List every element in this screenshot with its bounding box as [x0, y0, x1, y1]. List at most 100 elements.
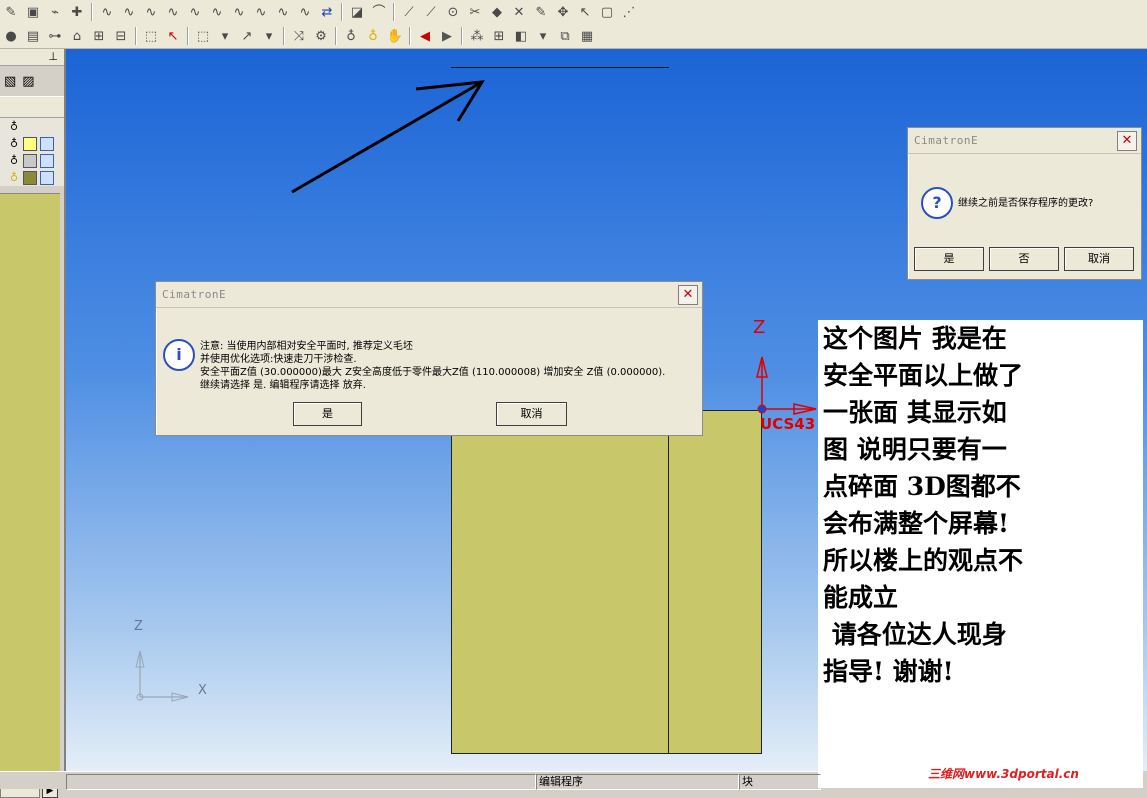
pick-icon[interactable]: ↗ [238, 27, 256, 45]
note-line: 会布满整个屏幕! [823, 509, 1009, 538]
curve-tool-icon[interactable]: ∿ [98, 3, 116, 21]
note-line: 所以楼上的观点不 [823, 546, 1024, 575]
note-line: 图 说明只要有一 [823, 435, 1007, 464]
curve-tool-icon[interactable]: ∿ [120, 3, 138, 21]
grid-icon[interactable]: ⊟ [112, 27, 130, 45]
tool-icon[interactable]: ⚙ [312, 27, 330, 45]
grid-icon[interactable]: ⊞ [90, 27, 108, 45]
dialog-titlebar[interactable]: CimatronE ✕ [156, 282, 702, 308]
curve-tool-icon[interactable]: ∿ [296, 3, 314, 21]
bulb-icon[interactable]: ♁ [342, 27, 360, 45]
safety-plane-dialog: CimatronE ✕ i 注意: 当使用内部相对安全平面时, 推荐定义毛坯 并… [155, 281, 703, 436]
arrow-right-icon[interactable]: ▶ [438, 27, 456, 45]
path-icon[interactable]: ⌒ [370, 3, 388, 21]
message-line: 注意: 当使用内部相对安全平面时, 推荐定义毛坯 [200, 341, 413, 352]
measure-icon[interactable]: ⊞ [490, 27, 508, 45]
fill-icon[interactable]: ◆ [488, 3, 506, 21]
cross-icon[interactable]: ✕ [510, 3, 528, 21]
panel-header: ⊥ [0, 49, 64, 66]
line-icon[interactable]: ⟋ [422, 3, 440, 21]
sketch-icon[interactable]: ✎ [2, 3, 20, 21]
close-icon[interactable]: ✕ [678, 285, 698, 305]
hand-icon[interactable]: ✋ [386, 27, 404, 45]
bulb-on-icon[interactable]: ♁ [364, 27, 382, 45]
curve-tool-icon[interactable]: ∿ [252, 3, 270, 21]
dialog-title: CimatronE [162, 288, 227, 301]
cancel-button[interactable]: 取消 [1064, 247, 1134, 271]
layer-row[interactable]: ♁ [0, 135, 64, 152]
part-face-left[interactable] [451, 410, 671, 754]
select-cancel-icon[interactable]: ↖ [164, 27, 182, 45]
note-line: 指导! 谢谢! [823, 657, 954, 686]
bulb-on-icon[interactable]: ♁ [10, 171, 20, 184]
layer-tool-icon[interactable]: ▧ [4, 74, 16, 89]
toolbar-top: ✎ ▣ ⌁ ✚ ∿ ∿ ∿ ∿ ∿ ∿ ∿ ∿ ∿ ∿ ⇄ ◪ ⌒ ⟋ ⟋ ⊙ … [0, 0, 1147, 25]
tree-icon[interactable]: ⊶ [46, 27, 64, 45]
annotation-note: 这个图片 我是在 安全平面以上做了 一张面 其显示如 图 说明只要有一 点碎面 … [818, 320, 1143, 788]
pen-icon[interactable]: ✎ [532, 3, 550, 21]
frame-icon[interactable]: ▣ [24, 3, 42, 21]
image-icon[interactable]: ▨ [22, 74, 34, 89]
part-face-right[interactable] [668, 410, 762, 754]
bulb-icon[interactable]: ♁ [10, 137, 20, 150]
curve-tool-icon[interactable]: ∿ [230, 3, 248, 21]
dialog-titlebar[interactable]: CimatronE ✕ [908, 128, 1141, 154]
paint-icon[interactable]: ◧ [512, 27, 530, 45]
circle-icon[interactable]: ⊙ [444, 3, 462, 21]
curve-tool-icon[interactable]: ∿ [186, 3, 204, 21]
trim-icon[interactable]: ✂ [466, 3, 484, 21]
bulb-icon[interactable]: ♁ [10, 154, 20, 167]
bulb-icon[interactable]: ♁ [10, 120, 20, 133]
select-box-icon[interactable]: ⬚ [194, 27, 212, 45]
no-button[interactable]: 否 [989, 247, 1059, 271]
lock-icon[interactable]: ⌂ [68, 27, 86, 45]
ucs-axis-icon[interactable] [736, 317, 826, 427]
dropdown-icon[interactable]: ▾ [260, 27, 278, 45]
copy-icon[interactable]: ⧉ [556, 27, 574, 45]
yes-button[interactable]: 是 [914, 247, 984, 271]
save-changes-dialog: CimatronE ✕ ? 继续之前是否保存程序的更改? 是 否 取消 [907, 127, 1142, 280]
curve-tool-icon[interactable]: ∿ [164, 3, 182, 21]
pin-icon[interactable]: ⊥ [48, 50, 58, 63]
layer-list-area [0, 193, 60, 783]
sphere-icon[interactable]: ● [2, 27, 20, 45]
arrow-left-icon[interactable]: ◀ [416, 27, 434, 45]
cube-icon [40, 153, 54, 168]
surface-edge-line [451, 67, 669, 68]
line-icon[interactable]: ⟋ [400, 3, 418, 21]
plus-icon[interactable]: ✚ [68, 3, 86, 21]
curve-tool-icon[interactable]: ∿ [208, 3, 226, 21]
swap-icon[interactable]: ⇄ [318, 3, 336, 21]
message-line: 安全平面Z值 (30.000000)最大 Z安全高度低于零件最大Z值 (110.… [200, 367, 666, 378]
layer-row[interactable]: ♁ [0, 118, 64, 135]
note-line: 一张面 其显示如 [823, 398, 1007, 427]
layers-icon[interactable]: ▤ [24, 27, 42, 45]
dropdown-icon[interactable]: ▾ [534, 27, 552, 45]
curve-tool-icon[interactable]: ∿ [142, 3, 160, 21]
yes-button[interactable]: 是 [293, 402, 362, 426]
note-line: 安全平面以上做了 [823, 361, 1024, 390]
cube-icon [40, 136, 54, 151]
nodes-icon[interactable]: ⁂ [468, 27, 486, 45]
transform-icon[interactable]: ⤨ [290, 27, 308, 45]
xyz-icon[interactable]: ⋰ [620, 3, 638, 21]
wire-icon[interactable]: ⌁ [46, 3, 64, 21]
cancel-button[interactable]: 取消 [496, 402, 567, 426]
layer-row[interactable]: ♁ [0, 152, 64, 169]
curve-tool-icon[interactable]: ∿ [274, 3, 292, 21]
chart-icon[interactable]: ◪ [348, 3, 366, 21]
color-swatch[interactable] [23, 136, 37, 151]
box-icon[interactable]: ▢ [598, 3, 616, 21]
dropdown-icon[interactable]: ▾ [216, 27, 234, 45]
pointer-icon[interactable]: ↖ [576, 3, 594, 21]
color-swatch[interactable] [23, 153, 37, 168]
layer-row[interactable]: ♁ [0, 169, 64, 186]
package-icon[interactable]: ▦ [578, 27, 596, 45]
move-icon[interactable]: ✥ [554, 3, 572, 21]
world-z-label: Z [134, 619, 143, 634]
dialog-title: CimatronE [914, 134, 979, 147]
close-icon[interactable]: ✕ [1117, 131, 1137, 151]
color-swatch[interactable] [23, 170, 37, 185]
status-bar: 编辑程序 块 [0, 771, 821, 790]
view-icon[interactable]: ⬚ [142, 27, 160, 45]
